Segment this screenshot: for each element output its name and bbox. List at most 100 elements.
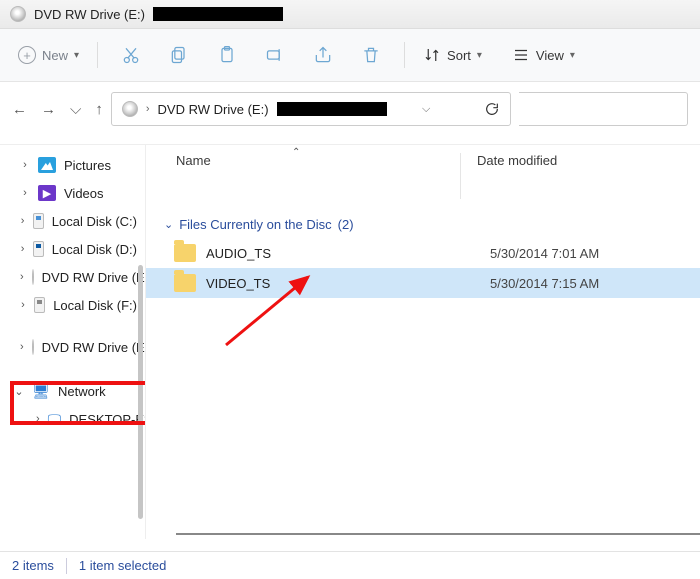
search-input[interactable] xyxy=(519,92,688,126)
file-row[interactable]: VIDEO_TS 5/30/2014 7:15 AM xyxy=(146,268,700,298)
disc-icon xyxy=(10,6,26,22)
tree-label: Local Disk (D:) xyxy=(52,242,137,257)
cut-button[interactable] xyxy=(110,39,152,71)
scrollbar-thumb[interactable] xyxy=(138,265,143,519)
tree-label: Local Disk (F:) xyxy=(53,298,137,313)
file-pane: Name ⌃ Date modified ⌄ Files Currently o… xyxy=(145,145,700,539)
file-row[interactable]: AUDIO_TS 5/30/2014 7:01 AM xyxy=(146,238,700,268)
chevron-right-icon[interactable]: › xyxy=(20,271,24,283)
titlebar: DVD RW Drive (E:) xyxy=(0,0,700,29)
tree-local-f[interactable]: › Local Disk (F:) xyxy=(0,291,145,319)
separator xyxy=(66,558,67,574)
back-button[interactable]: ← xyxy=(12,101,27,118)
tree-local-c[interactable]: › Local Disk (C:) xyxy=(0,207,145,235)
new-button[interactable]: + New ▾ xyxy=(12,42,85,68)
rename-button[interactable] xyxy=(254,39,296,71)
forward-button[interactable]: → xyxy=(41,101,56,118)
delete-button[interactable] xyxy=(350,39,392,71)
bottom-rule xyxy=(176,533,700,535)
column-date-label: Date modified xyxy=(477,153,557,168)
chevron-right-icon[interactable]: › xyxy=(20,187,30,199)
tree-videos[interactable]: › ▶ Videos xyxy=(0,179,145,207)
tree-label: DVD RW Drive (E:) GO xyxy=(42,270,145,285)
tree-label: DESKTOP-E2N5F9P xyxy=(69,412,145,427)
status-items: 2 items xyxy=(12,558,54,573)
chevron-down-icon: ▾ xyxy=(74,50,79,61)
separator xyxy=(404,42,405,68)
chevron-down-icon[interactable]: ⌵ xyxy=(422,103,430,116)
paste-button[interactable] xyxy=(206,39,248,71)
chevron-right-icon: › xyxy=(146,103,150,115)
plus-circle-icon: + xyxy=(18,46,36,64)
view-button[interactable]: View ▾ xyxy=(506,42,581,68)
group-header[interactable]: ⌄ Files Currently on the Disc (2) xyxy=(146,209,700,238)
monitor-icon: 🖵 xyxy=(48,411,62,427)
tree-label: Pictures xyxy=(64,158,111,173)
disc-icon xyxy=(32,339,34,355)
drive-icon xyxy=(33,241,43,257)
main: › Pictures › ▶ Videos › Local Disk (C:) › Loc… xyxy=(0,144,700,539)
chevron-right-icon[interactable]: › xyxy=(36,413,40,425)
redacted-title xyxy=(153,7,283,21)
tree-network[interactable]: ⌄ 🖥 Network xyxy=(0,377,145,405)
window-title-prefix: DVD RW Drive (E:) xyxy=(34,7,145,22)
group-count: (2) xyxy=(338,217,354,232)
copy-button[interactable] xyxy=(158,39,200,71)
drive-icon xyxy=(33,213,43,229)
chevron-right-icon[interactable]: › xyxy=(20,341,24,353)
disc-icon xyxy=(32,269,34,285)
address-bar[interactable]: › DVD RW Drive (E:) ⌵ xyxy=(111,92,511,126)
sort-indicator-icon: ⌃ xyxy=(292,147,300,158)
chevron-down-icon[interactable]: ⌄ xyxy=(14,385,24,398)
view-label: View xyxy=(536,48,564,63)
disc-icon xyxy=(122,101,138,117)
chevron-right-icon[interactable]: › xyxy=(20,159,30,171)
tree-label: Local Disk (C:) xyxy=(52,214,137,229)
network-icon: 🖥 xyxy=(32,383,50,399)
file-date: 5/30/2014 7:15 AM xyxy=(490,276,690,291)
tree-local-d[interactable]: › Local Disk (D:) xyxy=(0,235,145,263)
file-name: AUDIO_TS xyxy=(206,246,490,261)
chevron-right-icon[interactable]: › xyxy=(20,215,25,227)
redacted-crumb xyxy=(277,102,387,116)
tree-desktop-pc[interactable]: › 🖵 DESKTOP-E2N5F9P xyxy=(0,405,145,433)
group-label: Files Currently on the Disc xyxy=(179,217,331,232)
file-date: 5/30/2014 7:01 AM xyxy=(490,246,690,261)
column-name-label: Name xyxy=(176,153,211,168)
new-label: New xyxy=(42,48,68,63)
column-separator[interactable] xyxy=(460,153,461,199)
status-selected: 1 item selected xyxy=(79,558,166,573)
history-chevron-icon[interactable]: ⌵ xyxy=(70,101,81,118)
column-name[interactable]: Name ⌃ xyxy=(176,153,456,199)
folder-icon xyxy=(174,244,196,262)
tree-pictures[interactable]: › Pictures xyxy=(0,151,145,179)
chevron-down-icon: ⌄ xyxy=(164,218,173,231)
nav-tree: › Pictures › ▶ Videos › Local Disk (C:) › Loc… xyxy=(0,145,145,539)
folder-icon xyxy=(174,274,196,292)
chevron-right-icon[interactable]: › xyxy=(20,299,26,311)
nav-row: ← → ⌵ ↑ › DVD RW Drive (E:) ⌵ xyxy=(0,82,700,144)
chevron-right-icon[interactable]: › xyxy=(20,243,25,255)
share-button[interactable] xyxy=(302,39,344,71)
toolbar: + New ▾ Sort ▾ View ▾ xyxy=(0,29,700,82)
breadcrumb-segment[interactable]: DVD RW Drive (E:) xyxy=(158,102,269,117)
sort-button[interactable]: Sort ▾ xyxy=(417,42,488,68)
chevron-down-icon: ▾ xyxy=(477,50,482,61)
nav-arrows: ← → ⌵ ↑ xyxy=(12,101,103,118)
column-headers: Name ⌃ Date modified xyxy=(146,145,700,209)
chevron-down-icon: ▾ xyxy=(570,50,575,61)
videos-icon: ▶ xyxy=(38,185,56,201)
file-name: VIDEO_TS xyxy=(206,276,490,291)
tree-label: Network xyxy=(58,384,106,399)
refresh-icon[interactable] xyxy=(484,101,500,117)
tree-dvd-e-current[interactable]: › DVD RW Drive (E:) GOI xyxy=(0,333,145,361)
status-bar: 2 items 1 item selected xyxy=(0,551,700,579)
separator xyxy=(97,42,98,68)
tree-label: DVD RW Drive (E:) GOI xyxy=(42,340,145,355)
up-button[interactable]: ↑ xyxy=(95,101,103,118)
column-date[interactable]: Date modified xyxy=(477,153,637,199)
tree-dvd-e[interactable]: › DVD RW Drive (E:) GO xyxy=(0,263,145,291)
tree-label: Videos xyxy=(64,186,104,201)
drive-icon xyxy=(34,297,45,313)
sort-label: Sort xyxy=(447,48,471,63)
